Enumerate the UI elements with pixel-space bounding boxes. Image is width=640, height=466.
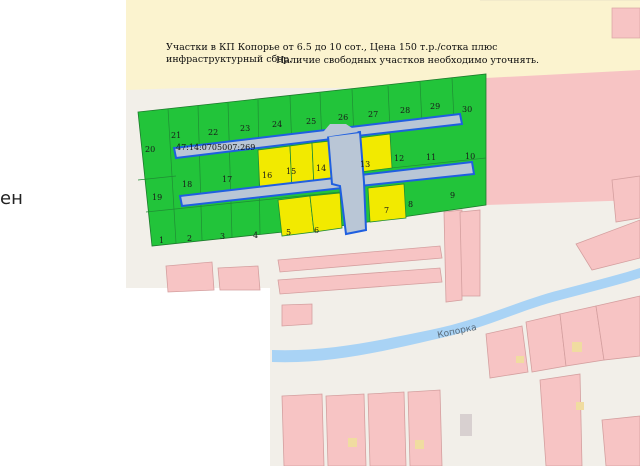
plot-label-11: 11: [426, 153, 436, 162]
plot-label-23: 23: [240, 124, 250, 133]
plot-label-21: 21: [171, 131, 181, 140]
plot-label-9: 9: [450, 191, 455, 200]
plot-label-2: 2: [187, 234, 192, 243]
plot-label-10: 10: [465, 152, 475, 161]
plot-label-6: 6: [314, 226, 319, 235]
plot-label-18: 18: [182, 180, 192, 189]
plot-label-30: 30: [462, 105, 472, 114]
plot-label-14: 14: [316, 164, 326, 173]
blank-area-bottom-left: [0, 288, 270, 466]
plot-label-20: 20: [145, 145, 155, 154]
map-title-line2: инфраструктурный сбор.: [166, 54, 292, 65]
building-marker: [572, 342, 582, 352]
building-marker: [576, 402, 584, 410]
map-title-line2b: Наличие свободных участков необходимо ут…: [276, 55, 539, 66]
building-marker: [460, 414, 472, 436]
map-canvas[interactable]: Копорка 1 2 3 4 5 6 7 8 9 10 11 12 13 14…: [0, 0, 640, 466]
plot-label-24: 24: [272, 120, 282, 129]
building-marker: [348, 438, 357, 447]
plot-label-13: 13: [360, 160, 370, 169]
plot-label-28: 28: [400, 106, 410, 115]
map-title-line1: Участки в КП Копорье от 6.5 до 10 сот., …: [166, 42, 497, 53]
plot-label-17: 17: [222, 175, 232, 184]
building-top-right: [611, 7, 640, 39]
plot-label-15: 15: [286, 167, 296, 176]
plot-label-12: 12: [394, 154, 404, 163]
building-marker: [415, 440, 424, 449]
building-marker: [516, 356, 524, 363]
plot-label-7: 7: [384, 206, 389, 215]
plot-label-4: 4: [253, 231, 258, 240]
plot-label-29: 29: [430, 102, 440, 111]
plot-label-5: 5: [286, 228, 291, 237]
plot-label-1: 1: [159, 236, 164, 245]
plot-label-3: 3: [220, 232, 225, 241]
plot-label-25: 25: [306, 117, 316, 126]
plot-label-19: 19: [152, 193, 162, 202]
plot-label-8: 8: [408, 200, 413, 209]
plot-label-16: 16: [262, 171, 272, 180]
plot-label-22: 22: [208, 128, 218, 137]
cadastral-number: 47:14:0705007:269: [176, 143, 255, 152]
plot-label-26: 26: [338, 113, 348, 122]
plot-label-27: 27: [368, 110, 378, 119]
